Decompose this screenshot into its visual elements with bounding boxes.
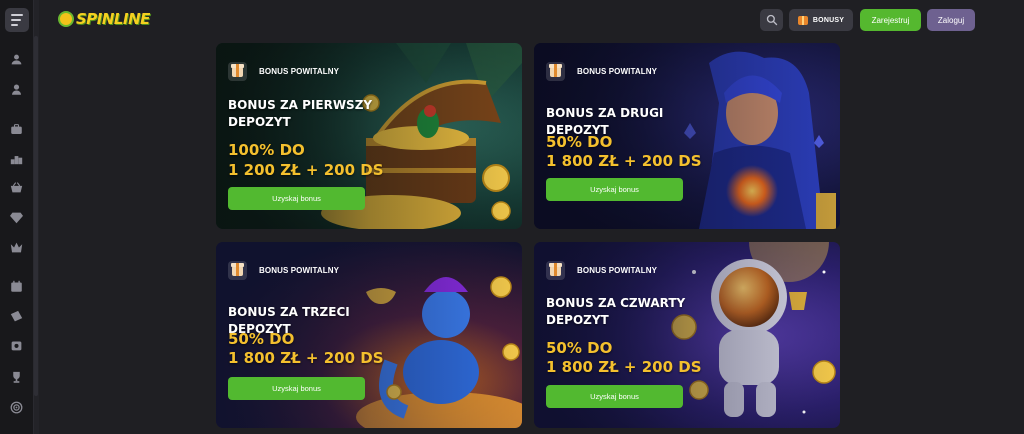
bonus-percent: 100% DO: [228, 141, 305, 159]
gift-box-icon: [546, 261, 565, 280]
bonus-percent: 50% DO: [228, 330, 295, 348]
logo-mark-icon: [58, 11, 74, 27]
user-icon[interactable]: [9, 82, 23, 96]
trophy-icon[interactable]: [9, 370, 23, 384]
badge: BONUS POWITALNY: [546, 62, 657, 81]
login-button[interactable]: Zaloguj: [927, 9, 975, 31]
gift-box-icon: [228, 261, 247, 280]
search-icon: [766, 14, 777, 26]
get-bonus-button[interactable]: Uzyskaj bonus: [546, 178, 683, 201]
basket-icon[interactable]: [9, 180, 23, 194]
badge-label: BONUS POWITALNY: [259, 67, 340, 76]
card-title: BONUS ZA CZWARTY DEPOZYT: [546, 296, 686, 327]
gift-box-icon: [228, 62, 247, 81]
sidebar: [0, 0, 34, 434]
search-button[interactable]: [760, 9, 783, 31]
bonus-amount: 1 800 ZŁ + 200 DS: [228, 349, 384, 367]
card-title: BONUS ZA PIERWSZY DEPOZYT: [228, 98, 373, 129]
bonuses-button[interactable]: BONUSY: [789, 9, 853, 31]
sidebar-scrollbar[interactable]: [34, 36, 38, 396]
bonus-amount: 1 200 ZŁ + 200 DS: [228, 161, 384, 179]
gift-icon: [797, 15, 808, 25]
ticket-icon[interactable]: [9, 309, 23, 323]
hamburger-menu-icon[interactable]: [5, 8, 29, 32]
badge-label: BONUS POWITALNY: [259, 266, 340, 275]
badge-label: BONUS POWITALNY: [577, 266, 658, 275]
bonus-percent: 50% DO: [546, 339, 613, 357]
get-bonus-button[interactable]: Uzyskaj bonus: [546, 385, 683, 408]
diamond-icon[interactable]: [9, 210, 23, 224]
bonus-card-first-deposit[interactable]: BONUS POWITALNY BONUS ZA PIERWSZY DEPOZY…: [216, 43, 522, 229]
bonus-card-fourth-deposit[interactable]: BONUS POWITALNY BONUS ZA CZWARTY DEPOZYT…: [534, 242, 840, 428]
bonus-amount: 1 800 ZŁ + 200 DS: [546, 152, 702, 170]
logo[interactable]: SPINLINE: [58, 8, 150, 30]
badge: BONUS POWITALNY: [546, 261, 657, 280]
user-group-icon[interactable]: [9, 52, 23, 66]
target-icon[interactable]: [9, 400, 23, 414]
calendar-icon[interactable]: [9, 279, 23, 293]
bonus-card-third-deposit[interactable]: BONUS POWITALNY BONUS ZA TRZECI DEPOZYT …: [216, 242, 522, 428]
podium-icon[interactable]: [9, 151, 23, 165]
bonus-amount: 1 800 ZŁ + 200 DS: [546, 358, 702, 376]
get-bonus-button[interactable]: Uzyskaj bonus: [228, 377, 365, 400]
badge: BONUS POWITALNY: [228, 62, 339, 81]
badge-label: BONUS POWITALNY: [577, 67, 658, 76]
briefcase-icon[interactable]: [9, 122, 23, 136]
register-button[interactable]: Zarejestruj: [860, 9, 921, 31]
badge: BONUS POWITALNY: [228, 261, 339, 280]
logo-text: SPINLINE: [76, 10, 150, 28]
bonus-card-second-deposit[interactable]: BONUS POWITALNY BONUS ZA DRUGI DEPOZYT 5…: [534, 43, 840, 229]
gift-box-icon: [546, 62, 565, 81]
bonus-percent: 50% DO: [546, 133, 613, 151]
crown-icon[interactable]: [9, 240, 23, 254]
get-bonus-button[interactable]: Uzyskaj bonus: [228, 187, 365, 210]
bonuses-label: BONUSY: [812, 16, 845, 24]
pack-icon[interactable]: [9, 338, 23, 352]
